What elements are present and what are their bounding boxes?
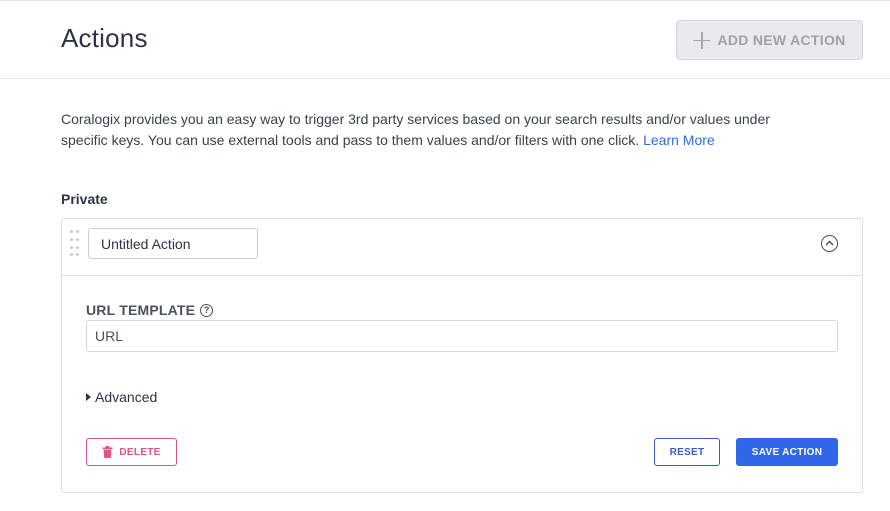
caret-right-icon xyxy=(86,393,91,401)
delete-button[interactable]: DELETE xyxy=(86,438,177,466)
trash-icon xyxy=(102,446,113,458)
url-template-label: URL TEMPLATE ? xyxy=(86,302,214,318)
save-action-label: SAVE ACTION xyxy=(751,446,823,458)
reset-label: RESET xyxy=(669,446,705,458)
save-action-button[interactable]: SAVE ACTION xyxy=(736,438,838,466)
reset-button[interactable]: RESET xyxy=(654,438,720,466)
section-label-private: Private xyxy=(61,191,108,207)
description: Coralogix provides you an easy way to tr… xyxy=(61,109,801,151)
action-card-header xyxy=(62,219,862,276)
help-circle-icon[interactable]: ? xyxy=(200,303,214,317)
advanced-label: Advanced xyxy=(95,389,158,405)
action-name-input[interactable] xyxy=(88,228,258,259)
url-template-text: URL TEMPLATE xyxy=(86,302,196,318)
delete-label: DELETE xyxy=(119,446,161,458)
page-title: Actions xyxy=(61,23,148,53)
drag-handle-icon[interactable] xyxy=(70,230,80,258)
advanced-toggle[interactable]: Advanced xyxy=(86,389,157,405)
action-card: URL TEMPLATE ? Advanced DELETE RESET SAV… xyxy=(61,218,863,493)
add-new-action-button[interactable]: ADD NEW ACTION xyxy=(676,20,863,60)
url-template-input[interactable] xyxy=(86,320,838,352)
plus-icon xyxy=(693,31,711,49)
page-header: Actions ADD NEW ACTION xyxy=(0,1,890,79)
add-new-action-label: ADD NEW ACTION xyxy=(717,32,846,48)
learn-more-link[interactable]: Learn More xyxy=(643,132,715,148)
chevron-up-circle-icon[interactable] xyxy=(821,235,838,252)
